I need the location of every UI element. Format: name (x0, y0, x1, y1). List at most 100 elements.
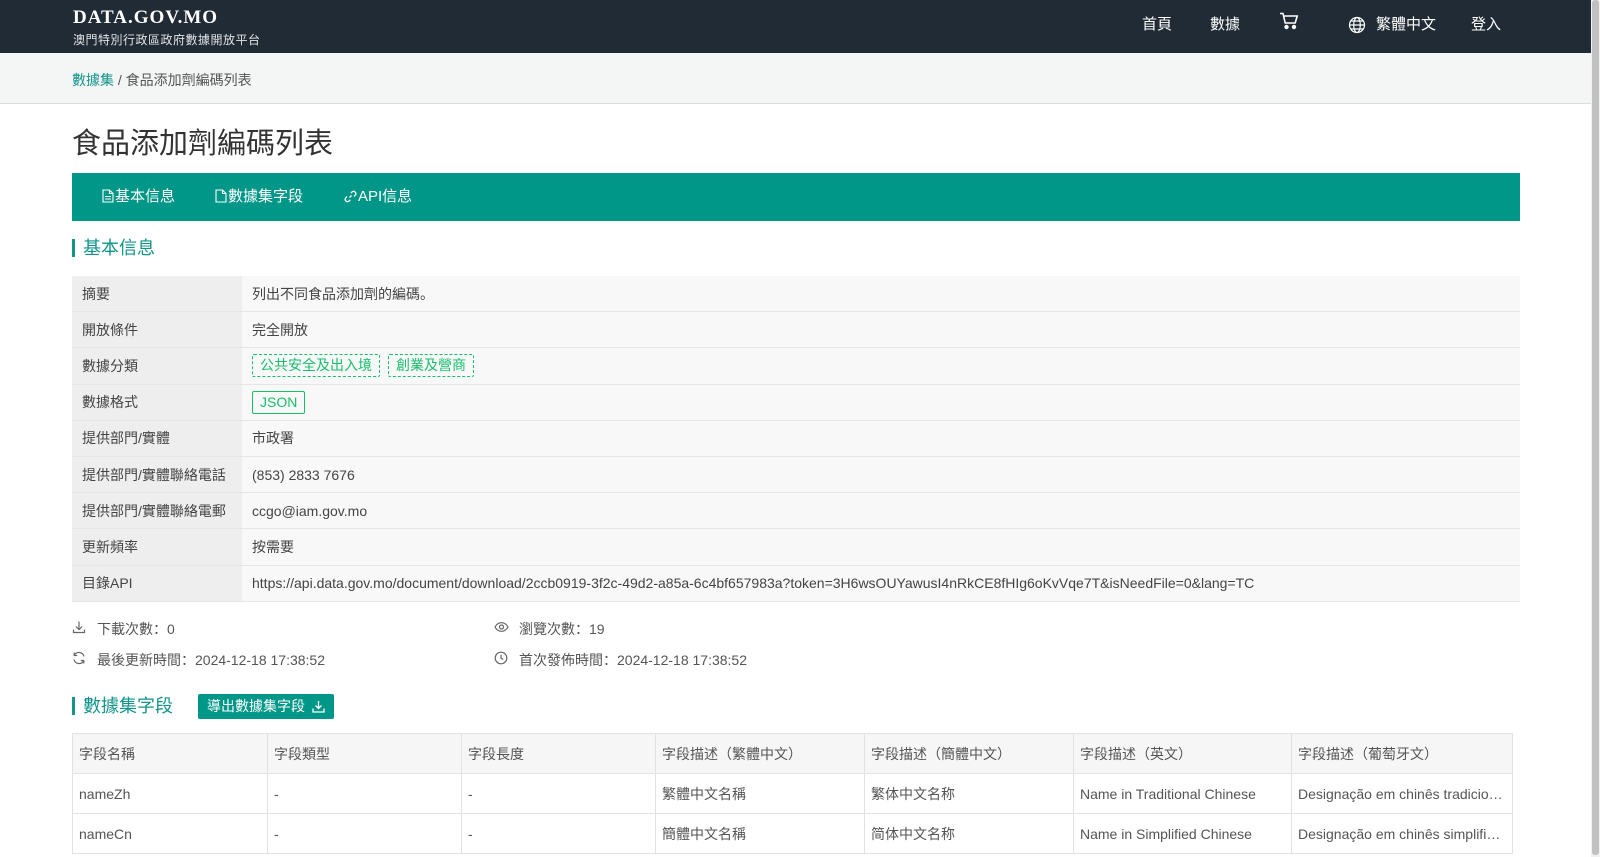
table-cell: nameCn (72, 813, 268, 854)
tab-basic-info-label: 基本信息 (115, 188, 176, 205)
last-updated: 最後更新時間：2024-12-18 17:38:52 (72, 650, 325, 670)
info-value: (853) 2833 7676 (242, 456, 1520, 493)
language-label: 繁體中文 (1376, 16, 1437, 33)
download-icon (312, 701, 325, 713)
info-label: 提供部門/實體聯絡電話 (72, 456, 242, 493)
table-cell: - (267, 773, 462, 814)
page-scrollbar[interactable] (1591, 0, 1600, 857)
table-cell: - (461, 813, 656, 854)
category-tag[interactable]: 公共安全及出入境 (252, 354, 380, 378)
export-fields-label: 導出數據集字段 (207, 698, 305, 714)
info-row-email: 提供部門/實體聯絡電郵 ccgo@iam.gov.mo (72, 493, 1520, 530)
category-tag[interactable]: 創業及營商 (388, 354, 474, 378)
view-count-text: 瀏覽次數：19 (519, 621, 605, 637)
info-label: 開放條件 (72, 312, 242, 348)
column-header: 字段描述（英文） (1073, 733, 1292, 774)
info-value: JSON (242, 384, 1520, 420)
info-label: 摘要 (72, 276, 242, 312)
info-row-format: 數據格式 JSON (72, 384, 1520, 421)
document-icon (102, 189, 114, 203)
document-text-icon (215, 189, 227, 203)
info-row-frequency: 更新頻率 按需要 (72, 529, 1520, 566)
globe-icon (1348, 16, 1366, 34)
info-row-condition: 開放條件 完全開放 (72, 312, 1520, 349)
eye-icon (494, 622, 509, 632)
info-row-provider: 提供部門/實體 市政署 (72, 420, 1520, 457)
link-icon (344, 190, 357, 203)
cart-icon[interactable] (1279, 12, 1299, 34)
table-cell: 簡體中文名稱 (655, 813, 865, 854)
basic-info-heading: 基本信息 (72, 239, 155, 257)
top-navbar: DATA.GOV.MO 澳門特別行政區政府數據開放平台 首頁 數據 繁體中文 登… (0, 0, 1591, 53)
table-cell: Designação em chinês tradicional (1291, 773, 1513, 814)
breadcrumb-bar: 數據集 / 食品添加劑編碼列表 (0, 53, 1591, 104)
breadcrumb-separator: / (114, 72, 126, 88)
brand-subtitle: 澳門特別行政區政府數據開放平台 (73, 33, 261, 47)
brand-title[interactable]: DATA.GOV.MO (73, 7, 261, 29)
first-published: 首次發佈時間：2024-12-18 17:38:52 (494, 650, 747, 670)
download-count: 下載次數：0 (72, 619, 175, 639)
column-header: 字段描述（簡體中文） (864, 733, 1074, 774)
clock-icon (494, 651, 508, 665)
tab-api-info[interactable]: API信息 (344, 173, 412, 221)
breadcrumb: 數據集 / 食品添加劑編碼列表 (72, 70, 252, 90)
tab-dataset-fields[interactable]: 數據集字段 (215, 173, 303, 221)
info-value: 按需要 (242, 529, 1520, 565)
breadcrumb-current: 食品添加劑編碼列表 (125, 72, 252, 88)
info-row-api: 目錄API https://api.data.gov.mo/document/d… (72, 565, 1520, 602)
nav-data-link[interactable]: 數據 (1210, 0, 1240, 53)
scrollbar-thumb[interactable] (1592, 0, 1599, 855)
info-label: 提供部門/實體 (72, 420, 242, 456)
language-switcher[interactable]: 繁體中文 (1348, 0, 1437, 53)
format-tag[interactable]: JSON (252, 390, 306, 414)
table-cell: 简体中文名称 (864, 813, 1074, 854)
info-label: 更新頻率 (72, 529, 242, 565)
tab-api-info-label: API信息 (358, 188, 413, 205)
info-label: 提供部門/實體聯絡電郵 (72, 493, 242, 529)
table-cell: Name in Simplified Chinese (1073, 813, 1292, 854)
dataset-fields-heading: 數據集字段 (72, 697, 173, 715)
info-value: https://api.data.gov.mo/document/downloa… (242, 565, 1520, 601)
table-cell: 繁体中文名称 (864, 773, 1074, 814)
info-value: ccgo@iam.gov.mo (242, 493, 1520, 529)
tab-basic-info[interactable]: 基本信息 (102, 173, 175, 221)
info-value: 公共安全及出入境 創業及營商 (242, 348, 1520, 384)
info-row-category: 數據分類 公共安全及出入境 創業及營商 (72, 348, 1520, 385)
column-header: 字段類型 (267, 733, 462, 774)
info-value: 市政署 (242, 420, 1520, 456)
info-label: 目錄API (72, 565, 242, 601)
column-header: 字段名稱 (72, 733, 268, 774)
dataset-fields-table: 字段名稱 字段類型 字段長度 字段描述（繁體中文） 字段描述（簡體中文） 字段描… (72, 733, 1513, 854)
table-cell: nameZh (72, 773, 268, 814)
download-icon (72, 621, 86, 634)
export-fields-button[interactable]: 導出數據集字段 (198, 694, 334, 719)
nav-home-link[interactable]: 首頁 (1142, 0, 1172, 53)
login-link[interactable]: 登入 (1471, 0, 1501, 53)
table-cell: Name in Traditional Chinese (1073, 773, 1292, 814)
brand-logo[interactable]: DATA.GOV.MO 澳門特別行政區政府數據開放平台 (73, 7, 261, 48)
table-cell: - (461, 773, 656, 814)
column-header: 字段長度 (461, 733, 656, 774)
tab-dataset-fields-label: 數據集字段 (228, 188, 304, 205)
info-label: 數據格式 (72, 384, 242, 420)
column-header: 字段描述（葡萄牙文） (1291, 733, 1513, 774)
table-cell: 繁體中文名稱 (655, 773, 865, 814)
view-count: 瀏覽次數：19 (494, 619, 605, 639)
table-header-row: 字段名稱 字段類型 字段長度 字段描述（繁體中文） 字段描述（簡體中文） 字段描… (72, 733, 1513, 774)
basic-info-table: 摘要 列出不同食品添加劑的編碼。 開放條件 完全開放 數據分類 公共安全及出入境… (72, 276, 1520, 602)
info-value: 列出不同食品添加劑的編碼。 (242, 276, 1520, 312)
column-header: 字段描述（繁體中文） (655, 733, 865, 774)
info-value: 完全開放 (242, 312, 1520, 348)
info-label: 數據分類 (72, 348, 242, 384)
table-row: nameCn - - 簡體中文名稱 简体中文名称 Name in Simplif… (72, 813, 1513, 854)
section-tabs: 基本信息 數據集字段 API信息 (72, 173, 1520, 221)
info-row-summary: 摘要 列出不同食品添加劑的編碼。 (72, 276, 1520, 313)
table-cell: - (267, 813, 462, 854)
download-count-text: 下載次數：0 (97, 621, 175, 637)
last-updated-text: 最後更新時間：2024-12-18 17:38:52 (97, 652, 325, 668)
table-cell: Designação em chinês simplificado (1291, 813, 1513, 854)
refresh-icon (73, 651, 85, 665)
info-row-phone: 提供部門/實體聯絡電話 (853) 2833 7676 (72, 456, 1520, 494)
first-published-text: 首次發佈時間：2024-12-18 17:38:52 (519, 652, 747, 668)
breadcrumb-datasets-link[interactable]: 數據集 (72, 72, 114, 88)
